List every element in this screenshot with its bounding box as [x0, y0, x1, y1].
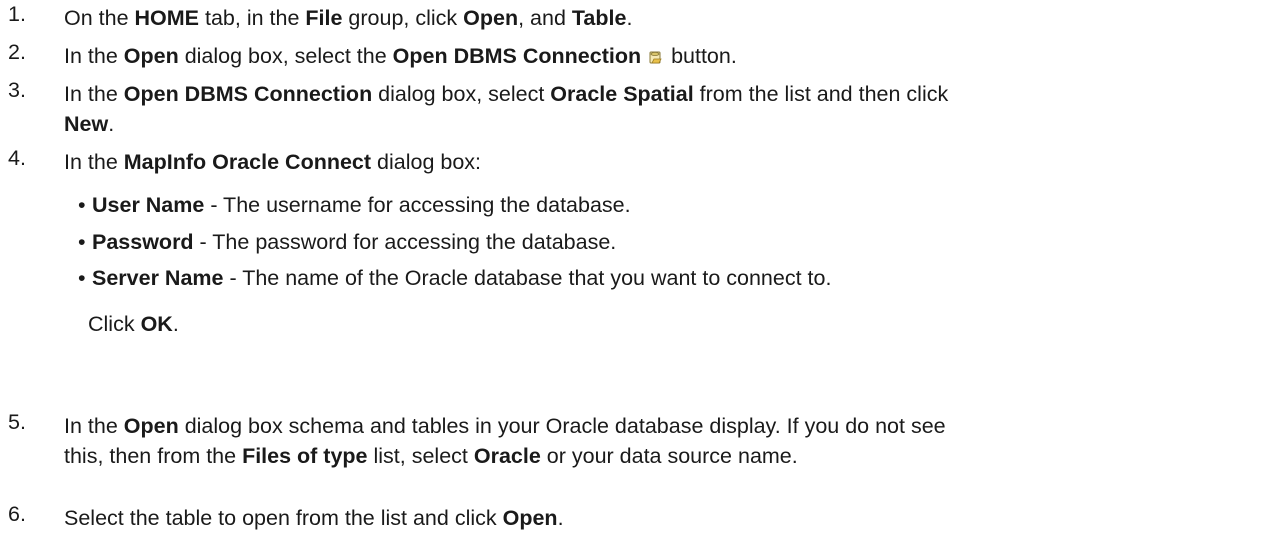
step-number: 3. — [8, 78, 26, 102]
step-text-line-1: In the Open DBMS Connection dialog box, … — [64, 82, 949, 106]
open-dbms-connection-icon — [649, 41, 663, 64]
step-number: 1. — [8, 2, 26, 26]
step-text-line-2: this, then from the Files of type list, … — [64, 444, 798, 468]
bullet-item: • Password - The password for accessing t… — [78, 230, 617, 254]
step-number: 2. — [8, 40, 26, 64]
step-number: 4. — [8, 146, 26, 170]
step-number: 5. — [8, 410, 26, 434]
bullet-item: • User Name - The username for accessing … — [78, 193, 631, 217]
document-page: 1. On the HOME tab, in the File group, c… — [0, 0, 1272, 541]
step-text: Select the table to open from the list a… — [64, 506, 564, 530]
step-text: On the HOME tab, in the File group, clic… — [64, 6, 633, 30]
click-ok-text: Click OK. — [88, 312, 179, 336]
step-text: In the Open dialog box, select the Open … — [64, 40, 1244, 72]
step-number: 6. — [8, 502, 26, 526]
bullet-item: • Server Name - The name of the Oracle da… — [78, 266, 832, 290]
step-text: In the MapInfo Oracle Connect dialog box… — [64, 150, 482, 174]
step-text-line-1: In the Open dialog box schema and tables… — [64, 414, 946, 438]
step-text-line-2: New. — [64, 112, 115, 136]
